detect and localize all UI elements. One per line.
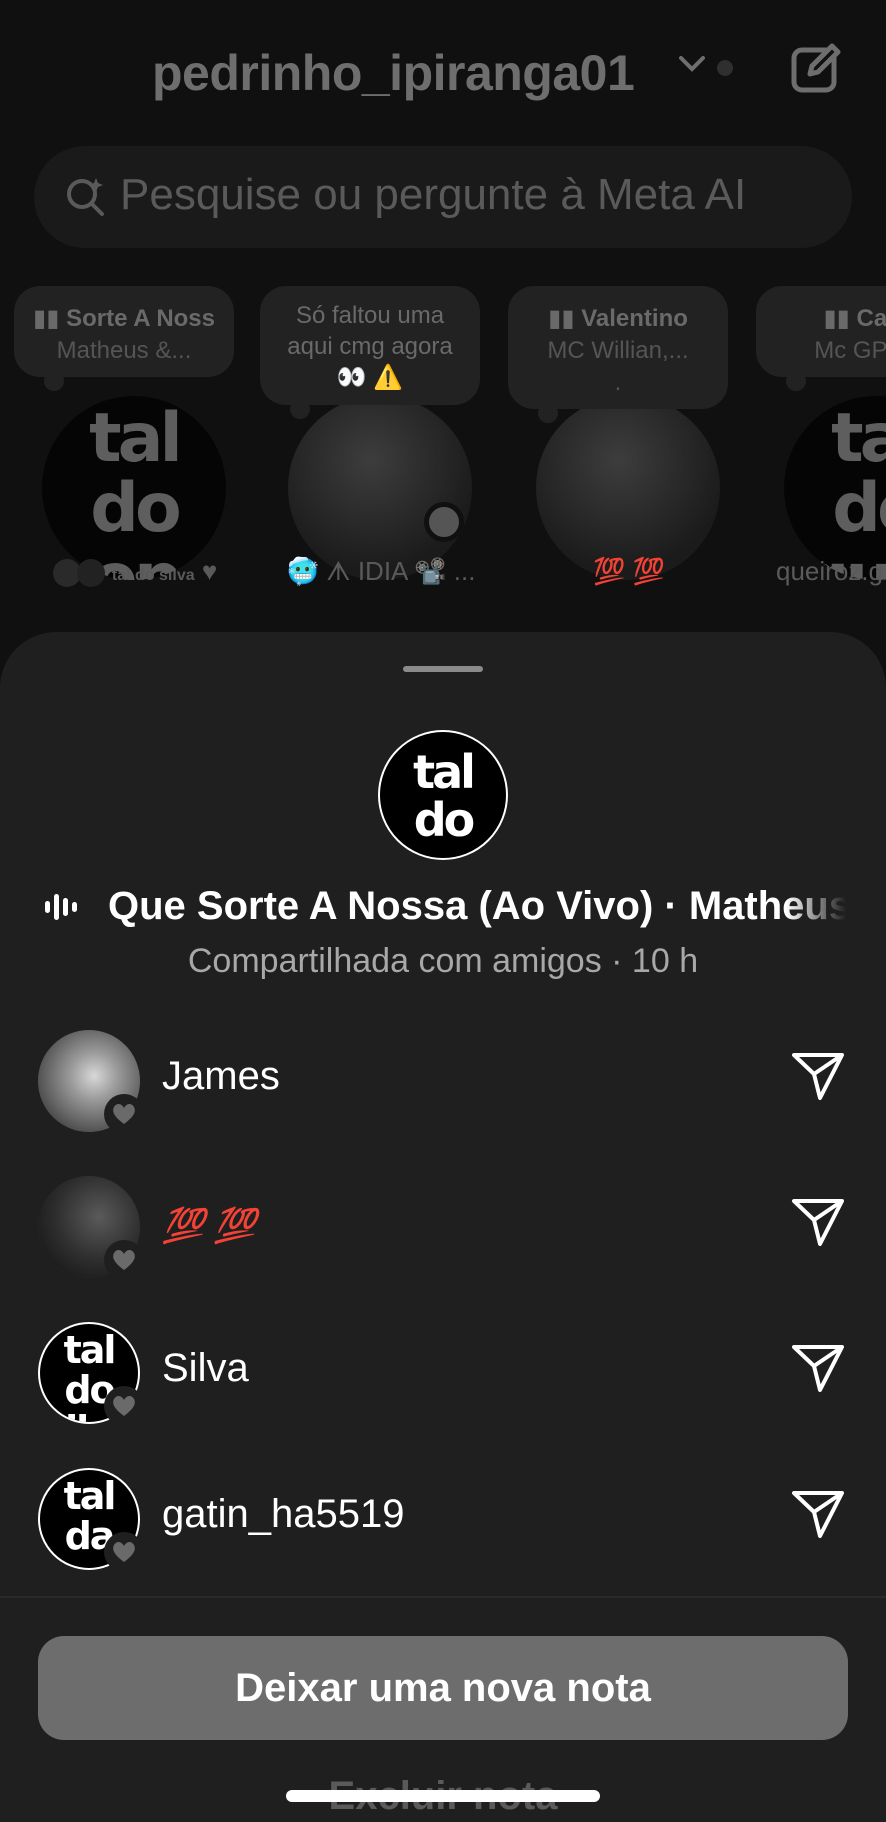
- online-dot: [424, 502, 464, 542]
- divider: [0, 1596, 886, 1598]
- music-bars-icon: ▮▮: [32, 305, 67, 332]
- list-item[interactable]: James: [0, 1028, 886, 1138]
- list-item[interactable]: tal do silva Silva: [0, 1320, 886, 1430]
- note-extra: .: [614, 369, 622, 396]
- note-artist: Mc GP, M: [814, 337, 886, 364]
- heart-icon: [104, 1532, 144, 1572]
- avatar-logo-text: tal do quei: [800, 399, 886, 581]
- avatar-logo-text: tal do pepe: [385, 745, 504, 858]
- note-bubble: ▮▮ Valentino MC Willian,... .: [508, 286, 728, 423]
- note-details-sheet: tal do pepe Que Sorte A Nossa (Ao Vivo) …: [0, 632, 886, 1822]
- header: pedrinho_ipiranga01: [0, 30, 886, 110]
- user-name: James: [162, 1054, 280, 1098]
- note-label: 💯 💯: [593, 556, 665, 586]
- note-bubble: Só faltou uma aqui cmg agora 👀 ⚠️: [260, 286, 480, 419]
- note-artist: MC Willian,...: [547, 337, 689, 364]
- note-label: 🥶 ᗑ IDIA 📽️ ...: [286, 556, 476, 586]
- note-bubble: ▮▮ Calo Mc GP, M: [756, 286, 886, 391]
- avatar: [288, 396, 472, 580]
- music-bars-icon: ▮▮: [823, 305, 857, 332]
- song-title: Que Sorte A Nossa (Ao Vivo) · Matheus: [108, 884, 846, 928]
- send-icon[interactable]: [790, 1050, 846, 1107]
- home-indicator: [286, 1790, 600, 1802]
- note-song[interactable]: Que Sorte A Nossa (Ao Vivo) · Matheus: [40, 880, 846, 934]
- user-name: Silva: [162, 1346, 249, 1390]
- note-text: Só faltou uma aqui cmg agora 👀 ⚠️: [287, 302, 453, 391]
- list-item[interactable]: 💯 💯: [0, 1174, 886, 1284]
- heart-icon: [104, 1094, 144, 1134]
- new-note-button[interactable]: Deixar uma nova nota: [38, 1636, 848, 1740]
- heart-icon: [104, 1240, 144, 1280]
- chevron-down-icon[interactable]: [678, 54, 706, 79]
- note-bubble: ▮▮ Sorte A Noss Matheus &...: [14, 286, 234, 391]
- avatar: tal do pepe: [42, 396, 226, 580]
- shared-info: Compartilhada com amigos · 10 h: [187, 942, 699, 980]
- list-item[interactable]: tal da nene gatin_ha5519: [0, 1466, 886, 1576]
- note-label: tal do silva ♥: [0, 556, 270, 588]
- send-icon[interactable]: [790, 1488, 846, 1545]
- heart-icon: [104, 1386, 144, 1426]
- note-label: queiroz.g: [776, 556, 883, 586]
- send-icon[interactable]: [790, 1342, 846, 1399]
- search-bar[interactable]: Pesquise ou pergunte à Meta AI: [34, 146, 852, 248]
- user-name: 💯 💯: [162, 1207, 257, 1245]
- account-username[interactable]: pedrinho_ipiranga01: [152, 44, 635, 102]
- note-artist: Matheus &...: [56, 337, 192, 364]
- meta-ai-search-icon: [64, 174, 108, 223]
- user-name: gatin_ha5519: [162, 1492, 405, 1536]
- notes-row: tal do pepe ▮▮ Sorte A Noss Matheus &...…: [0, 284, 886, 614]
- status-dot: [717, 60, 733, 76]
- avatar: [536, 396, 720, 580]
- music-bars-icon: ▮▮: [548, 305, 582, 332]
- avatar: tal do quei: [784, 396, 886, 580]
- note-song-title: Calo: [856, 305, 886, 332]
- heart-icon: ♥: [201, 556, 218, 586]
- note-owner-avatar: tal do pepe: [378, 730, 508, 860]
- notes-screen: pedrinho_ipiranga01 Pesquise ou pergunte…: [0, 0, 886, 1822]
- note-song-title: Valentino: [581, 305, 688, 332]
- sheet-grabber[interactable]: [403, 666, 483, 672]
- audio-wave-icon: [44, 892, 78, 927]
- search-placeholder: Pesquise ou pergunte à Meta AI: [120, 170, 747, 219]
- edit-icon[interactable]: [790, 40, 844, 99]
- send-icon[interactable]: [790, 1196, 846, 1253]
- avatar-logo-text: tal do pepe: [47, 399, 225, 581]
- note-song-title: Sorte A Noss: [66, 305, 215, 332]
